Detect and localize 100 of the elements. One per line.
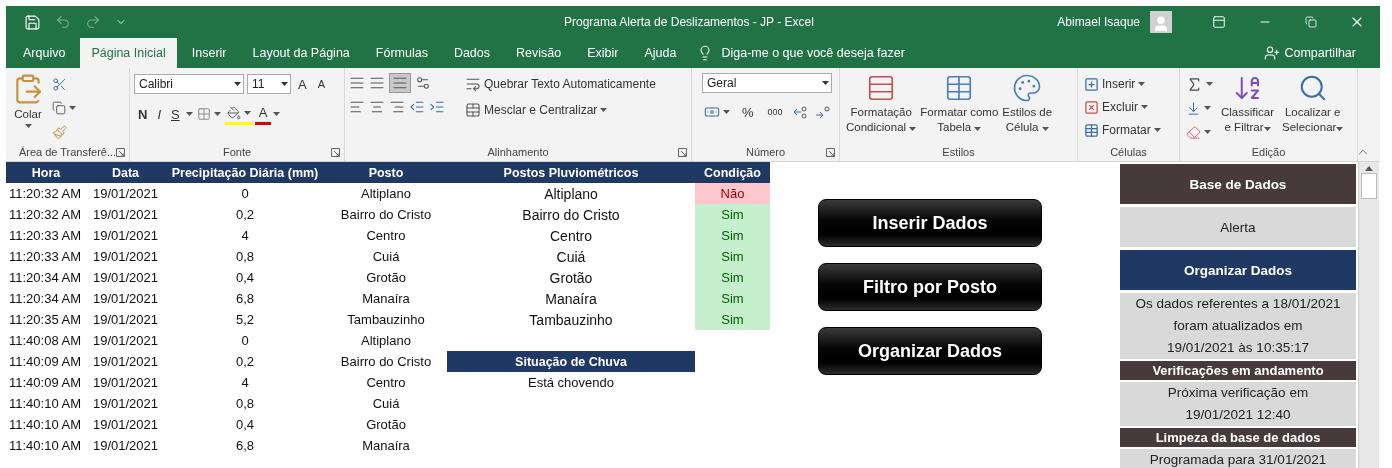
dialog-launcher-icon[interactable]	[116, 148, 125, 157]
caret-icon	[1206, 82, 1213, 86]
font-size-dropdown[interactable]: 11	[247, 74, 291, 94]
wrap-text-icon	[465, 76, 481, 92]
group-label: Fonte	[222, 146, 252, 158]
font-name-dropdown[interactable]: Calibri	[134, 74, 244, 94]
vertical-scrollbar[interactable]	[1358, 162, 1379, 468]
ribbon-tab[interactable]: Inserir	[180, 38, 238, 68]
redo-icon	[85, 14, 101, 30]
table-cell-text: 11:20:32 AM	[8, 206, 83, 224]
cells-button[interactable]: Formatar	[1082, 119, 1163, 141]
font-style-button[interactable]: N	[134, 103, 152, 125]
shrink-font-button[interactable]: A	[313, 73, 329, 95]
paste-button[interactable]: Colar	[10, 73, 46, 128]
caret-icon	[1153, 128, 1161, 132]
scroll-thumb[interactable]	[1361, 173, 1377, 199]
macro-button[interactable]: Filtro por Posto	[818, 263, 1042, 311]
grow-font-button[interactable]: A	[294, 73, 311, 95]
column-header: Posto	[325, 162, 447, 183]
table-cell-text: 6,8	[234, 437, 256, 455]
ribbon-tab[interactable]: Exibir	[576, 38, 630, 68]
macro-button[interactable]: Organizar Dados	[818, 327, 1042, 375]
align-top-icon	[349, 75, 365, 91]
ribbon-tab[interactable]: Dados	[442, 38, 502, 68]
banknote-icon	[704, 104, 720, 120]
ribbon-tab[interactable]: Fórmulas	[364, 38, 439, 68]
macro-button[interactable]: Inserir Dados	[818, 199, 1042, 247]
table-cell-text: 11:40:10 AM	[8, 437, 83, 455]
table-cell-text: 19/01/2021	[91, 290, 160, 308]
table-cell-text: 11:40:10 AM	[8, 416, 83, 434]
font-style-button[interactable]: S	[167, 103, 184, 125]
table-cell-text: Grotão	[365, 416, 407, 434]
tell-me-field[interactable]: Diga-me o que você deseja fazer	[721, 46, 905, 60]
align-bottom-button[interactable]	[389, 73, 411, 93]
user-name: Abimael Isaque	[1057, 15, 1140, 29]
panel-button[interactable]: Organizar Dados	[1120, 250, 1356, 290]
font-style-button[interactable]: I	[153, 103, 165, 125]
eraser-icon	[1186, 124, 1201, 140]
copy-icon	[52, 101, 66, 115]
table-cell-text: Bairro do Cristo	[339, 353, 433, 371]
table-cell-text: Cuiá	[371, 395, 401, 413]
ribbon-tab[interactable]: Ajuda	[633, 38, 688, 68]
decrease-decimal-icon[interactable]	[814, 105, 831, 119]
paint-bucket-icon	[226, 105, 241, 120]
table-cell-text: 0,8	[234, 395, 256, 413]
dialog-launcher-icon[interactable]	[826, 148, 835, 157]
undo-icon	[55, 14, 71, 30]
caret-icon	[273, 112, 281, 116]
table-cell-text: Centro	[549, 226, 593, 246]
table-cell-text: Altiplano	[360, 332, 412, 350]
increase-decimal-icon[interactable]	[792, 105, 809, 119]
table-cell: Não	[695, 183, 770, 204]
table-cell-text: Cuiá	[555, 247, 587, 267]
ribbon-tab[interactable]: Revisão	[505, 38, 573, 68]
dialog-launcher-icon[interactable]	[331, 148, 340, 157]
panel-button[interactable]: Alerta	[1120, 207, 1356, 247]
column-header: Condição	[695, 162, 770, 183]
caret-icon	[822, 81, 829, 85]
styles-button[interactable]: Formatação Condicional	[844, 73, 919, 135]
font-color-button[interactable]: A	[254, 103, 272, 125]
table-cell-text: 19/01/2021	[91, 269, 160, 287]
number-format-dropdown[interactable]: Geral	[702, 73, 832, 93]
table-cell: Sim	[695, 288, 770, 309]
table-cell-text: Está chovendo	[527, 374, 615, 392]
column-header: Precipitação Diária (mm)	[165, 162, 325, 183]
editing-button[interactable]: Classificar e Filtrar	[1219, 73, 1277, 135]
table-cell-text: Centro	[365, 374, 407, 392]
table-cell-text: 0	[240, 185, 250, 203]
table-cell-text: 11:20:33 AM	[8, 227, 83, 245]
window-icon	[1212, 15, 1226, 29]
wrap-text-button[interactable]: Quebrar Texto Automaticamente	[463, 73, 658, 95]
increase-indent-icon	[429, 99, 445, 115]
ribbon-tab[interactable]: Arquivo	[12, 38, 77, 68]
ribbon-tab[interactable]: Página Inicial	[80, 38, 177, 68]
scroll-up-icon[interactable]	[1365, 166, 1373, 171]
table-cell-text: 19/01/2021	[91, 395, 160, 413]
panel-button[interactable]: Base de Dados	[1120, 164, 1356, 204]
column-header: Data	[86, 162, 165, 183]
ribbon-tab[interactable]: Layout da Página	[241, 38, 361, 68]
table-cell-text: 11:40:10 AM	[8, 395, 83, 413]
window-title: Programa Alerta de Deslizamentos - JP - Excel	[564, 15, 815, 29]
table-cell-text: 11:40:09 AM	[8, 374, 83, 392]
panel-note: Os dados referentes a 18/01/2021 foram atualizados em 19/01/2021 às 10:35:17	[1120, 293, 1356, 359]
editing-button[interactable]: Localizar e Selecionar	[1280, 73, 1346, 135]
align-middle-icon	[369, 75, 385, 91]
table-cell-text: Tambauzinho	[528, 310, 614, 330]
share-button[interactable]: Compartilhar	[1258, 38, 1362, 68]
styles-button[interactable]: Formatar como Tabela	[918, 73, 1001, 135]
table-cell-text: 19/01/2021	[91, 185, 160, 203]
thousands-button[interactable]: 000	[763, 101, 787, 123]
cells-button[interactable]: Inserir	[1082, 73, 1163, 95]
styles-button[interactable]: Estilos de Célula	[1000, 73, 1055, 135]
merge-center-button[interactable]: Mesclar e Centralizar	[463, 99, 658, 121]
dialog-launcher-icon[interactable]	[678, 148, 687, 157]
fill-color-button[interactable]	[224, 103, 253, 125]
cells-button[interactable]: Excluir	[1082, 96, 1163, 118]
caret-icon	[1336, 127, 1344, 131]
percent-button[interactable]: %	[738, 101, 758, 123]
table-cell-text: 19/01/2021	[91, 353, 160, 371]
table-cell: Sim	[695, 309, 770, 330]
